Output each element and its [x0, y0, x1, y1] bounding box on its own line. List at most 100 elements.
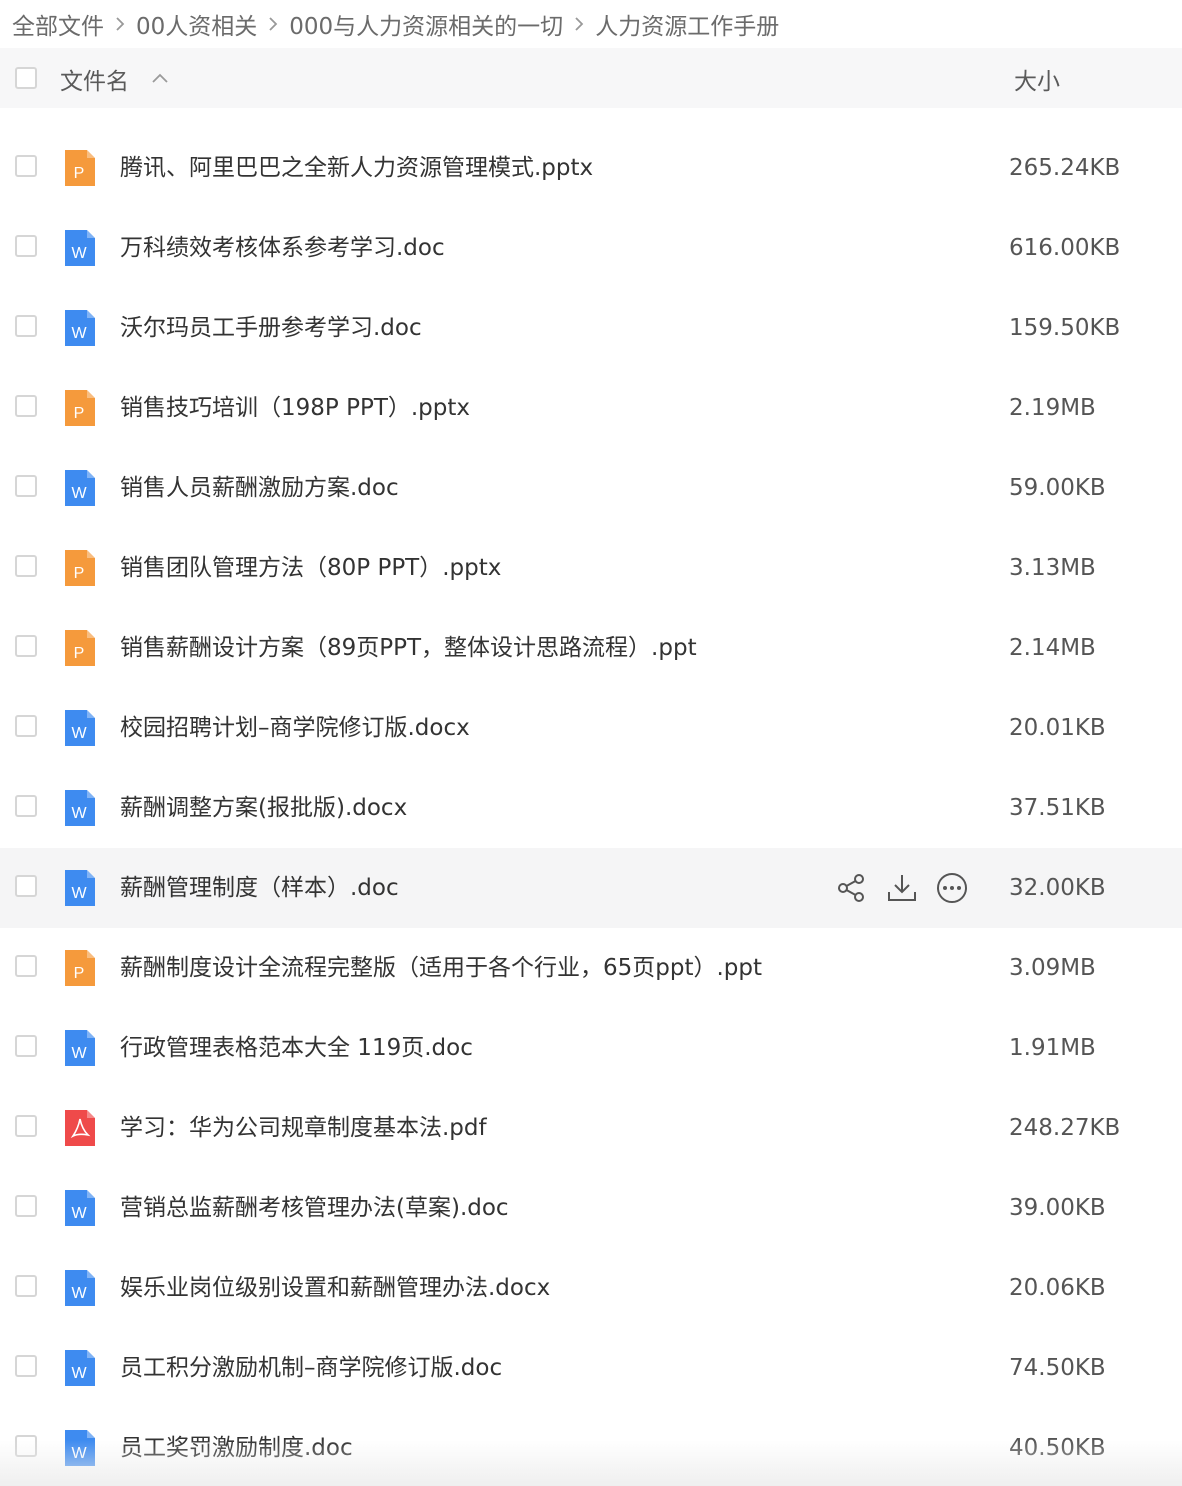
file-size: 2.19MB — [1009, 395, 1096, 421]
file-name[interactable]: 学习：华为公司规章制度基本法.pdf — [120, 1088, 487, 1168]
file-row[interactable]: W 行政管理表格范本大全 119页.doc 1.91MB — [0, 1008, 1182, 1088]
file-row[interactable]: W 万科绩效考核体系参考学习.doc 616.00KB — [0, 208, 1182, 288]
file-name[interactable]: 行政管理表格范本大全 119页.doc — [120, 1008, 473, 1088]
breadcrumb-hr-related[interactable]: 00人资相关 — [136, 7, 257, 41]
select-all-checkbox[interactable] — [15, 67, 37, 89]
file-row[interactable]: 学习：华为公司规章制度基本法.pdf 248.27KB — [0, 1088, 1182, 1168]
file-size: 20.06KB — [1009, 1275, 1106, 1301]
row-checkbox[interactable] — [15, 1275, 37, 1297]
word-icon: W — [63, 468, 97, 508]
ppt-icon: P — [63, 148, 97, 188]
file-size: 248.27KB — [1009, 1115, 1121, 1141]
file-row[interactable]: P 腾讯、阿里巴巴之全新人力资源管理模式.pptx 265.24KB — [0, 128, 1182, 208]
word-icon: W — [63, 1428, 97, 1468]
row-checkbox[interactable] — [15, 395, 37, 417]
row-checkbox[interactable] — [15, 795, 37, 817]
file-name[interactable]: 销售技巧培训（198P PPT）.pptx — [120, 368, 470, 448]
file-size: 20.01KB — [1009, 715, 1106, 741]
sort-by-name[interactable]: 文件名 — [60, 62, 171, 96]
word-icon: W — [63, 308, 97, 348]
row-checkbox[interactable] — [15, 555, 37, 577]
file-row[interactable]: W 销售人员薪酬激励方案.doc 59.00KB — [0, 448, 1182, 528]
chevron-right-icon — [263, 14, 283, 34]
file-list: P 腾讯、阿里巴巴之全新人力资源管理模式.pptx 265.24KB W 万科绩效考核体… — [0, 128, 1182, 1486]
row-checkbox[interactable] — [15, 1035, 37, 1057]
file-row[interactable]: P 销售技巧培训（198P PPT）.pptx 2.19MB — [0, 368, 1182, 448]
row-checkbox[interactable] — [15, 155, 37, 177]
file-row[interactable]: W 营销总监薪酬考核管理办法(草案).doc 39.00KB — [0, 1168, 1182, 1248]
list-header: 文件名 大小 — [0, 48, 1182, 108]
row-checkbox[interactable] — [15, 875, 37, 897]
word-icon: W — [63, 228, 97, 268]
svg-text:W: W — [71, 485, 87, 502]
file-size: 265.24KB — [1009, 155, 1121, 181]
ppt-icon: P — [63, 548, 97, 588]
breadcrumb: 全部文件 00人资相关 000与人力资源相关的一切 人力资源工作手册 — [12, 4, 779, 44]
file-size: 1.91MB — [1009, 1035, 1096, 1061]
word-icon: W — [63, 708, 97, 748]
svg-text:W: W — [71, 1445, 87, 1462]
file-row[interactable]: W 员工积分激励机制–商学院修订版.doc 74.50KB — [0, 1328, 1182, 1408]
file-row[interactable]: W 校园招聘计划–商学院修订版.docx 20.01KB — [0, 688, 1182, 768]
file-name[interactable]: 薪酬管理制度（样本）.doc — [120, 848, 399, 928]
ppt-icon: P — [63, 628, 97, 668]
word-icon: W — [63, 1028, 97, 1068]
file-row[interactable]: W 娱乐业岗位级别设置和薪酬管理办法.docx 20.06KB — [0, 1248, 1182, 1328]
ppt-icon: P — [63, 948, 97, 988]
row-actions — [834, 870, 984, 906]
word-icon: W — [63, 1268, 97, 1308]
file-name[interactable]: 薪酬制度设计全流程完整版（适用于各个行业，65页ppt）.ppt — [120, 928, 762, 1008]
word-icon: W — [63, 1188, 97, 1228]
file-row[interactable]: W 员工奖罚激励制度.doc 40.50KB — [0, 1408, 1182, 1486]
file-name[interactable]: 销售薪酬设计方案（89页PPT，整体设计思路流程）.ppt — [120, 608, 697, 688]
row-checkbox[interactable] — [15, 1195, 37, 1217]
file-name[interactable]: 校园招聘计划–商学院修订版.docx — [120, 688, 470, 768]
breadcrumb-current-folder: 人力资源工作手册 — [595, 14, 780, 40]
file-size: 59.00KB — [1009, 475, 1106, 501]
file-name[interactable]: 销售团队管理方法（80P PPT）.pptx — [120, 528, 501, 608]
svg-text:P: P — [74, 405, 85, 422]
row-checkbox[interactable] — [15, 315, 37, 337]
file-name[interactable]: 员工奖罚激励制度.doc — [120, 1408, 353, 1486]
row-checkbox[interactable] — [15, 1435, 37, 1457]
download-icon[interactable] — [884, 870, 920, 906]
file-row[interactable]: W 薪酬调整方案(报批版).docx 37.51KB — [0, 768, 1182, 848]
row-checkbox[interactable] — [15, 955, 37, 977]
file-name[interactable]: 腾讯、阿里巴巴之全新人力资源管理模式.pptx — [120, 128, 593, 208]
svg-text:W: W — [71, 325, 87, 342]
file-row[interactable]: P 薪酬制度设计全流程完整版（适用于各个行业，65页ppt）.ppt 3.09MB — [0, 928, 1182, 1008]
row-checkbox[interactable] — [15, 1115, 37, 1137]
file-name[interactable]: 娱乐业岗位级别设置和薪酬管理办法.docx — [120, 1248, 550, 1328]
file-row[interactable]: P 销售薪酬设计方案（89页PPT，整体设计思路流程）.ppt 2.14MB — [0, 608, 1182, 688]
svg-text:P: P — [74, 645, 85, 662]
file-name[interactable]: 薪酬调整方案(报批版).docx — [120, 768, 407, 848]
breadcrumb-hr-everything[interactable]: 000与人力资源相关的一切 — [289, 7, 563, 41]
file-size: 3.09MB — [1009, 955, 1096, 981]
file-name[interactable]: 沃尔玛员工手册参考学习.doc — [120, 288, 422, 368]
row-checkbox[interactable] — [15, 235, 37, 257]
row-checkbox[interactable] — [15, 475, 37, 497]
pdf-icon — [63, 1108, 97, 1148]
breadcrumb-all-files[interactable]: 全部文件 — [12, 7, 104, 41]
file-row[interactable]: P 销售团队管理方法（80P PPT）.pptx 3.13MB — [0, 528, 1182, 608]
file-size: 39.00KB — [1009, 1195, 1106, 1221]
word-icon: W — [63, 1348, 97, 1388]
file-name[interactable]: 营销总监薪酬考核管理办法(草案).doc — [120, 1168, 509, 1248]
chevron-right-icon — [110, 14, 130, 34]
row-checkbox[interactable] — [15, 635, 37, 657]
size-column-label[interactable]: 大小 — [1014, 62, 1060, 96]
row-checkbox[interactable] — [15, 715, 37, 737]
file-name[interactable]: 销售人员薪酬激励方案.doc — [120, 448, 399, 528]
share-icon[interactable] — [834, 870, 870, 906]
svg-text:W: W — [71, 805, 87, 822]
word-icon: W — [63, 868, 97, 908]
svg-text:P: P — [74, 965, 85, 982]
file-row[interactable]: W 沃尔玛员工手册参考学习.doc 159.50KB — [0, 288, 1182, 368]
file-row[interactable]: W 薪酬管理制度（样本）.doc 32.00KB — [0, 848, 1182, 928]
svg-text:W: W — [71, 885, 87, 902]
file-name[interactable]: 员工积分激励机制–商学院修订版.doc — [120, 1328, 502, 1408]
row-checkbox[interactable] — [15, 1355, 37, 1377]
file-name[interactable]: 万科绩效考核体系参考学习.doc — [120, 208, 445, 288]
more-icon[interactable] — [934, 870, 970, 906]
file-size: 40.50KB — [1009, 1435, 1106, 1461]
